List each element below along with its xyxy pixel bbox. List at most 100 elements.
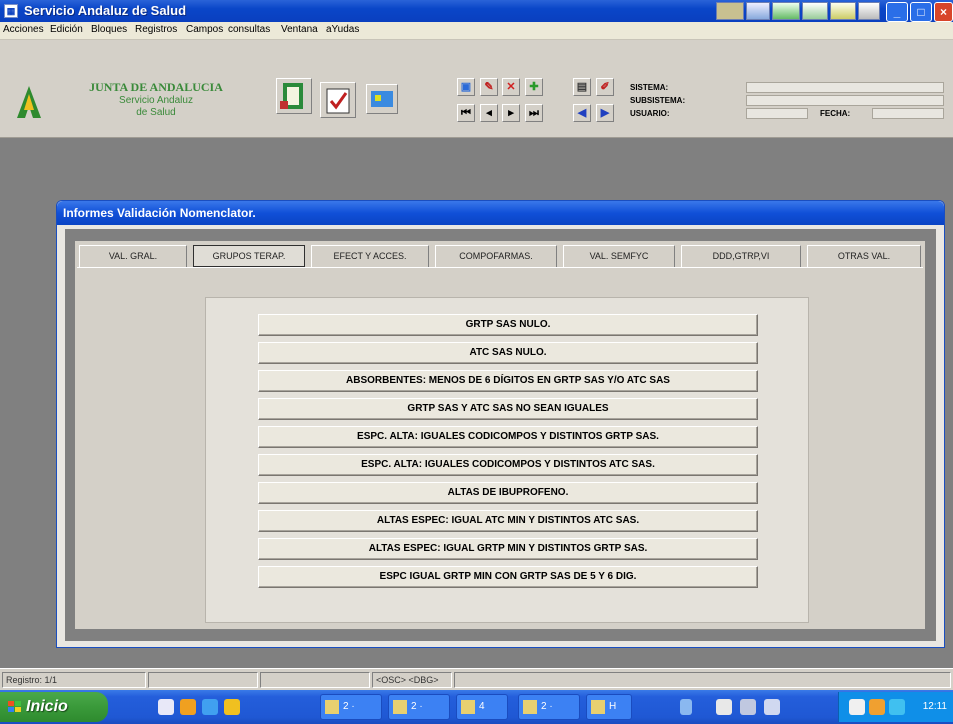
task-group-5[interactable]: H xyxy=(586,694,632,720)
maximize-button[interactable]: □ xyxy=(910,2,932,22)
document-icon xyxy=(461,700,475,714)
next-icon[interactable]: ▶ xyxy=(596,104,614,122)
logo-subtitle: Servicio Andaluz xyxy=(119,95,193,106)
connection-icon[interactable] xyxy=(889,699,905,715)
menu-ayudas[interactable]: aYudas xyxy=(326,24,359,35)
junta-logo-icon xyxy=(17,86,41,118)
task-group-4[interactable]: 2 · xyxy=(518,694,580,720)
grid-icon[interactable] xyxy=(802,2,828,20)
menu-consultas[interactable]: consultas xyxy=(228,24,270,35)
quicklaunch-browser-icon[interactable] xyxy=(180,699,196,715)
atc-sas-nulo-button[interactable]: ATC SAS NULO. xyxy=(258,342,758,364)
tab-compofarmas[interactable]: COMPOFARMAS. xyxy=(435,245,557,267)
next-block-icon[interactable]: ▸ xyxy=(502,104,520,122)
security-icon[interactable] xyxy=(869,699,885,715)
minimize-button[interactable]: _ xyxy=(886,2,908,22)
close-button[interactable]: × xyxy=(934,2,953,22)
add-icon[interactable]: ✚ xyxy=(525,78,543,96)
dialog-body: VAL. GRAL. GRUPOS TERAP. EFECT Y ACCES. … xyxy=(65,229,936,641)
status-cell-blank-1 xyxy=(148,672,258,688)
tools-icon xyxy=(371,91,393,107)
tab-ddd-gtrp-vi[interactable]: DDD,GTRP,VI xyxy=(681,245,801,267)
menu-registros[interactable]: Registros xyxy=(135,24,177,35)
checklist-icon xyxy=(326,88,350,114)
fecha-label: FECHA: xyxy=(820,109,851,118)
tray-app-icon[interactable] xyxy=(740,699,756,715)
tray-app-icon-2[interactable] xyxy=(764,699,780,715)
first-record-icon[interactable]: ⏮ xyxy=(457,104,475,122)
absorbentes-button[interactable]: ABSORBENTES: MENOS DE 6 DÍGITOS EN GRTP … xyxy=(258,370,758,392)
task-group-1[interactable]: 2 · xyxy=(320,694,382,720)
print-icon[interactable]: ▤ xyxy=(573,78,591,96)
altas-espec-atc-button[interactable]: ALTAS ESPEC: IGUAL ATC MIN Y DISTINTOS A… xyxy=(258,510,758,532)
edit-field-icon[interactable]: ✐ xyxy=(596,78,614,96)
tab-pane: VAL. GRAL. GRUPOS TERAP. EFECT Y ACCES. … xyxy=(75,241,925,629)
grtp-atc-no-iguales-button[interactable]: GRTP SAS Y ATC SAS NO SEAN IGUALES xyxy=(258,398,758,420)
delete-icon[interactable]: ✕ xyxy=(502,78,520,96)
menu-acciones[interactable]: Acciones xyxy=(3,24,44,35)
taskbar: Inicio 2 · 2 · 4 2 · H 12:11 xyxy=(0,690,953,724)
pen-icon[interactable]: ✎ xyxy=(480,78,498,96)
quicklaunch-messenger-icon[interactable] xyxy=(224,699,240,715)
status-cell-blank-2 xyxy=(260,672,370,688)
espc-igual-grtp-button[interactable]: ESPC IGUAL GRTP MIN CON GRTP SAS DE 5 Y … xyxy=(258,566,758,588)
logo-subtitle-2: de Salud xyxy=(136,107,176,118)
validation-dialog: Informes Validación Nomenclator. VAL. GR… xyxy=(56,200,945,648)
last-record-icon[interactable]: ⏭ xyxy=(525,104,543,122)
tab-efect-y-acces[interactable]: EFECT Y ACCES. xyxy=(311,245,429,267)
dialog-title-bar[interactable]: Informes Validación Nomenclator. xyxy=(57,201,944,225)
altas-espec-grtp-button[interactable]: ALTAS ESPEC: IGUAL GRTP MIN Y DISTINTOS … xyxy=(258,538,758,560)
tray-expand-icon[interactable] xyxy=(680,699,692,715)
app-icon: ▦ xyxy=(4,4,18,18)
report-button[interactable] xyxy=(276,78,312,114)
start-button[interactable]: Inicio xyxy=(0,692,108,722)
logo-title: JUNTA DE ANDALUCIA xyxy=(89,80,223,94)
status-bar: Registro: 1/1 <OSC> <DBG> xyxy=(0,668,953,690)
title-tool-icon[interactable] xyxy=(716,2,744,20)
menu-bloques[interactable]: Bloques xyxy=(91,24,127,35)
menu-ventana[interactable]: Ventana xyxy=(281,24,318,35)
spreadsheet-icon xyxy=(523,700,537,714)
tab-divider xyxy=(77,267,923,268)
previous-icon[interactable]: ◀ xyxy=(573,104,591,122)
query-icon[interactable]: ▣ xyxy=(457,78,475,96)
quicklaunch-desktop-icon[interactable] xyxy=(158,699,174,715)
system-tray: 12:11 xyxy=(838,692,953,722)
grtp-sas-nulo-button[interactable]: GRTP SAS NULO. xyxy=(258,314,758,336)
tab-val-semfyc[interactable]: VAL. SEMFYC xyxy=(563,245,675,267)
task-group-3[interactable]: 4 xyxy=(456,694,508,720)
volume-icon[interactable] xyxy=(849,699,865,715)
espc-alta-atc-button[interactable]: ESPC. ALTA: IGUALES CODICOMPOS Y DISTINT… xyxy=(258,454,758,476)
record-indicator: Registro: 1/1 xyxy=(2,672,146,688)
monitor-icon xyxy=(591,700,605,714)
osc-dbg-indicator: <OSC> <DBG> xyxy=(372,672,452,688)
checklist-button[interactable] xyxy=(320,82,356,118)
tab-otras-val[interactable]: OTRAS VAL. xyxy=(807,245,921,267)
subsistema-label: SUBSISTEMA: xyxy=(630,96,686,105)
application-window: ▦ Servicio Andaluz de Salud _ □ × Accion… xyxy=(0,0,953,724)
menu-campos[interactable]: Campos xyxy=(186,24,223,35)
menu-edicion[interactable]: Edición xyxy=(50,24,83,35)
folder-icon xyxy=(393,700,407,714)
espc-alta-grtp-button[interactable]: ESPC. ALTA: IGUALES CODICOMPOS Y DISTINT… xyxy=(258,426,758,448)
usuario-field xyxy=(746,108,808,119)
task-group-2[interactable]: 2 · xyxy=(388,694,450,720)
title-bar[interactable]: ▦ Servicio Andaluz de Salud _ □ × xyxy=(0,0,953,22)
search-icon[interactable] xyxy=(830,2,856,20)
quicklaunch-media-icon[interactable] xyxy=(202,699,218,715)
network-icon[interactable] xyxy=(716,699,732,715)
prev-block-icon[interactable]: ◂ xyxy=(480,104,498,122)
tab-val-gral[interactable]: VAL. GRAL. xyxy=(79,245,187,267)
tab-grupos-terap[interactable]: GRUPOS TERAP. xyxy=(193,245,305,267)
start-label: Inicio xyxy=(26,698,68,715)
excel-icon[interactable] xyxy=(772,2,800,20)
word-icon[interactable] xyxy=(746,2,770,20)
fecha-field xyxy=(872,108,944,119)
menu-bar: Acciones Edición Bloques Registros Campo… xyxy=(0,22,953,40)
edit-icon[interactable] xyxy=(858,2,880,20)
altas-ibuprofeno-button[interactable]: ALTAS DE IBUPROFENO. xyxy=(258,482,758,504)
clock[interactable]: 12:11 xyxy=(923,701,947,712)
windows-flag-icon xyxy=(8,701,21,712)
tools-button[interactable] xyxy=(366,84,398,114)
report-buttons-group: GRTP SAS NULO. ATC SAS NULO. ABSORBENTES… xyxy=(205,297,809,623)
